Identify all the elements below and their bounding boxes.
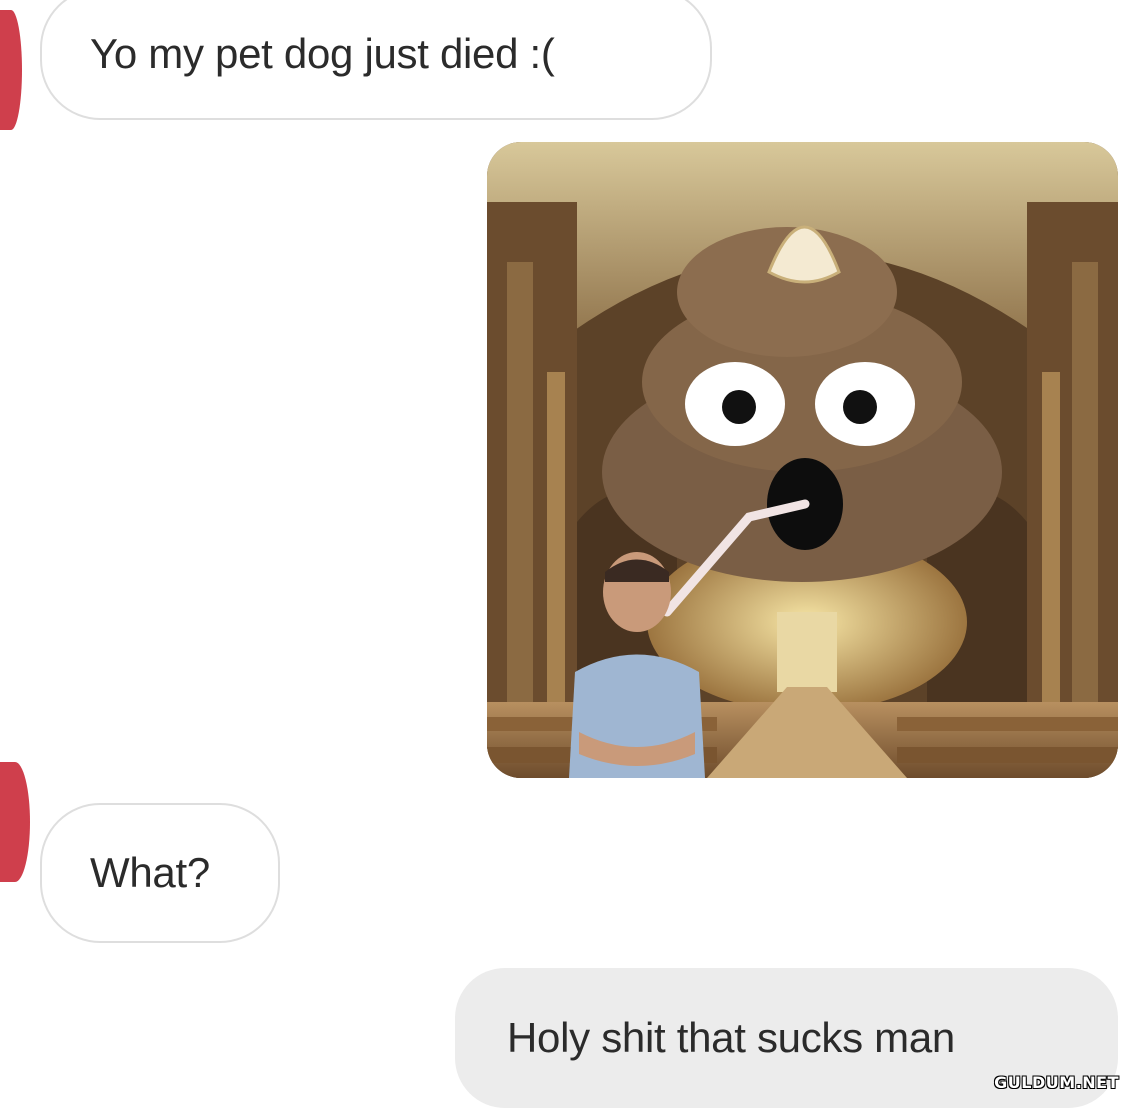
outgoing-image-message[interactable]: [487, 142, 1118, 778]
message-text: What?: [90, 849, 210, 896]
sender-avatar-bottom[interactable]: [0, 762, 30, 882]
watermark: GULDUM.NET: [994, 1073, 1119, 1092]
message-text: Yo my pet dog just died :(: [90, 30, 555, 77]
incoming-message-bubble[interactable]: What?: [40, 803, 280, 943]
meme-image: [487, 142, 1118, 778]
sender-avatar-top[interactable]: [0, 10, 22, 130]
message-text: Holy shit that sucks man: [507, 1014, 955, 1061]
incoming-message-bubble[interactable]: Yo my pet dog just died :(: [40, 0, 712, 120]
